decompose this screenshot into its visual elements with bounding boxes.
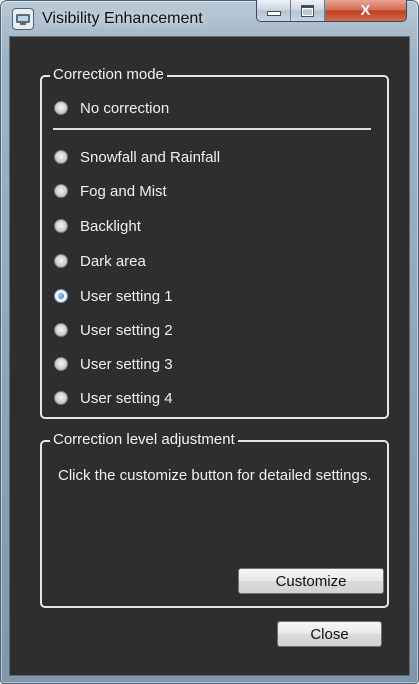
radio-option-label: User setting 3 (80, 355, 173, 373)
radio-option-label: User setting 2 (80, 321, 173, 339)
customize-button[interactable]: Customize (238, 568, 384, 594)
correction-level-title: Correction level adjustment (50, 430, 238, 450)
radio-unselected-icon[interactable] (54, 219, 68, 233)
caption-buttons: X (256, 0, 407, 22)
radio-unselected-icon[interactable] (54, 391, 68, 405)
close-icon: X (360, 2, 371, 19)
customize-description: Click the customize button for detailed … (58, 467, 372, 484)
maximize-button[interactable] (291, 0, 325, 21)
radio-option[interactable]: Backlight (54, 215, 141, 237)
correction-level-group: Correction level adjustment Click the cu… (40, 430, 389, 608)
correction-mode-title: Correction mode (50, 65, 167, 85)
close-button[interactable]: Close (277, 621, 382, 647)
dialog-content: Correction mode No correction Snowfall an… (9, 36, 410, 676)
options-separator (53, 128, 371, 130)
radio-selected-icon[interactable] (54, 289, 68, 303)
radio-unselected-icon[interactable] (54, 254, 68, 268)
radio-unselected-icon[interactable] (54, 150, 68, 164)
title-bar[interactable]: Visibility Enhancement X (0, 0, 419, 36)
radio-option[interactable]: Snowfall and Rainfall (54, 146, 220, 168)
radio-option-label: Snowfall and Rainfall (80, 148, 221, 166)
dialog-window: Visibility Enhancement X Correction mode… (0, 0, 419, 684)
radio-option-label: Backlight (80, 217, 141, 235)
radio-option[interactable]: Dark area (54, 250, 146, 272)
radio-unselected-icon[interactable] (54, 357, 68, 371)
minimize-icon (266, 11, 281, 16)
radio-unselected-icon[interactable] (54, 323, 68, 337)
minimize-button[interactable] (257, 0, 291, 21)
radio-unselected-icon[interactable] (54, 184, 68, 198)
window-title: Visibility Enhancement (42, 10, 203, 27)
radio-option[interactable]: Fog and Mist (54, 180, 167, 202)
radio-option-label: Dark area (80, 252, 146, 270)
camera-monitor-icon (12, 8, 34, 30)
close-window-button[interactable]: X (325, 0, 406, 21)
radio-unselected-icon[interactable] (54, 101, 68, 115)
radio-option-label: Fog and Mist (80, 182, 167, 200)
maximize-icon (301, 4, 314, 17)
radio-option-label: User setting 4 (80, 389, 173, 407)
radio-option[interactable]: User setting 4 (54, 387, 173, 409)
radio-option[interactable]: User setting 1 (54, 285, 173, 307)
radio-option[interactable]: User setting 3 (54, 353, 173, 375)
radio-option[interactable]: User setting 2 (54, 319, 173, 341)
radio-option[interactable]: No correction (54, 97, 169, 119)
radio-option-label: User setting 1 (80, 287, 173, 305)
radio-option-label: No correction (80, 99, 170, 117)
